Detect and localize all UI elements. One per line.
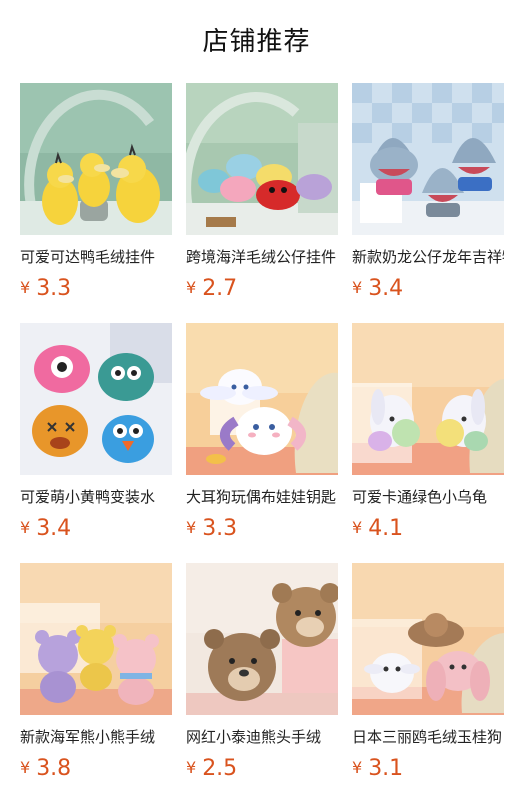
product-name: 跨境海洋毛绒公仔挂件 [186, 248, 337, 266]
product-name: 可爱卡通绿色小乌龟 [352, 488, 488, 506]
sanrio-plush-image [352, 563, 504, 715]
monster-plush-image [20, 323, 172, 475]
product-card[interactable]: 跨境海洋毛绒公仔挂件 ¥2.7 [186, 83, 338, 323]
bunny-plush-image [352, 323, 504, 475]
crab-plush-image [186, 83, 338, 235]
product-card[interactable]: 可爱萌小黄鸭变装水 ¥3.4 [20, 323, 172, 563]
product-card[interactable]: 大耳狗玩偶布娃娃钥匙 ¥3.3 [186, 323, 338, 563]
currency-symbol: ¥ [352, 278, 363, 297]
price-value: 3.3 [36, 276, 72, 301]
yellow-duck-plush-image [20, 83, 172, 235]
product-name: 网红小泰迪熊头手绒 [186, 728, 322, 746]
product-price: ¥3.3 [20, 274, 172, 303]
product-name: 新款海军熊小熊手绒 [20, 728, 156, 746]
product-card[interactable]: 新款海军熊小熊手绒 ¥3.8 [20, 563, 172, 803]
product-name: 新款奶龙公仔龙年吉祥物 [352, 248, 504, 266]
product-card[interactable]: 网红小泰迪熊头手绒 ¥2.5 [186, 563, 338, 803]
product-name: 可爱萌小黄鸭变装水 [20, 488, 156, 506]
bear-plush-image [20, 563, 172, 715]
product-price: ¥2.5 [186, 754, 338, 783]
product-card[interactable]: 日本三丽鸥毛绒玉桂狗 ¥3.1 [352, 563, 504, 803]
currency-symbol: ¥ [20, 518, 31, 537]
price-value: 4.1 [368, 516, 404, 541]
page-title: 店铺推荐 [202, 27, 311, 57]
product-grid: 可爱可达鸭毛绒挂件 ¥3.3 跨境海洋毛绒公仔挂件 ¥ 2.7 新款奶龙公仔龙年… [20, 83, 506, 803]
teddy-head-plush-image [186, 563, 338, 715]
product-price: ¥3.8 [20, 754, 172, 783]
product-name: 日本三丽鸥毛绒玉桂狗 [352, 728, 503, 746]
product-price: ¥4.1 [352, 514, 504, 543]
price-value: 3.1 [368, 756, 404, 781]
currency-symbol: ¥ [186, 518, 197, 537]
currency-symbol: ¥ [20, 278, 31, 297]
currency-symbol: ¥ [352, 518, 363, 537]
price-value: 3.8 [36, 756, 72, 781]
product-price: ¥3.3 [186, 514, 338, 543]
product-price: ¥3.1 [352, 754, 504, 783]
price-value: 3.4 [368, 276, 404, 301]
product-price: ¥3.4 [20, 514, 172, 543]
product-name: 可爱可达鸭毛绒挂件 [20, 248, 156, 266]
product-price: ¥3.4 [352, 274, 504, 303]
shop-recommend-page: 店铺推荐 可爱可达鸭毛绒挂件 ¥ 3.3 跨境海洋毛绒公仔挂件 ¥ 2.7 新款… [0, 0, 513, 800]
shark-plush-image [352, 83, 504, 235]
currency-symbol: ¥ [186, 758, 197, 777]
cinnamoroll-plush-image [186, 323, 338, 475]
price-value: 3.3 [202, 516, 238, 541]
currency-symbol: ¥ [20, 758, 31, 777]
product-price: ¥2.7 [186, 274, 338, 303]
currency-symbol: ¥ [186, 278, 197, 297]
product-card[interactable]: 可爱可达鸭毛绒挂件 ¥3.3 [20, 83, 172, 323]
price-value: 2.7 [202, 276, 238, 301]
price-value: 3.4 [36, 516, 72, 541]
product-card[interactable]: 可爱卡通绿色小乌龟 ¥4.1 [352, 323, 504, 563]
product-card[interactable]: 新款奶龙公仔龙年吉祥物 ¥3.4 [352, 83, 504, 323]
product-name: 大耳狗玩偶布娃娃钥匙 [186, 488, 337, 506]
currency-symbol: ¥ [352, 758, 363, 777]
price-value: 2.5 [202, 756, 238, 781]
